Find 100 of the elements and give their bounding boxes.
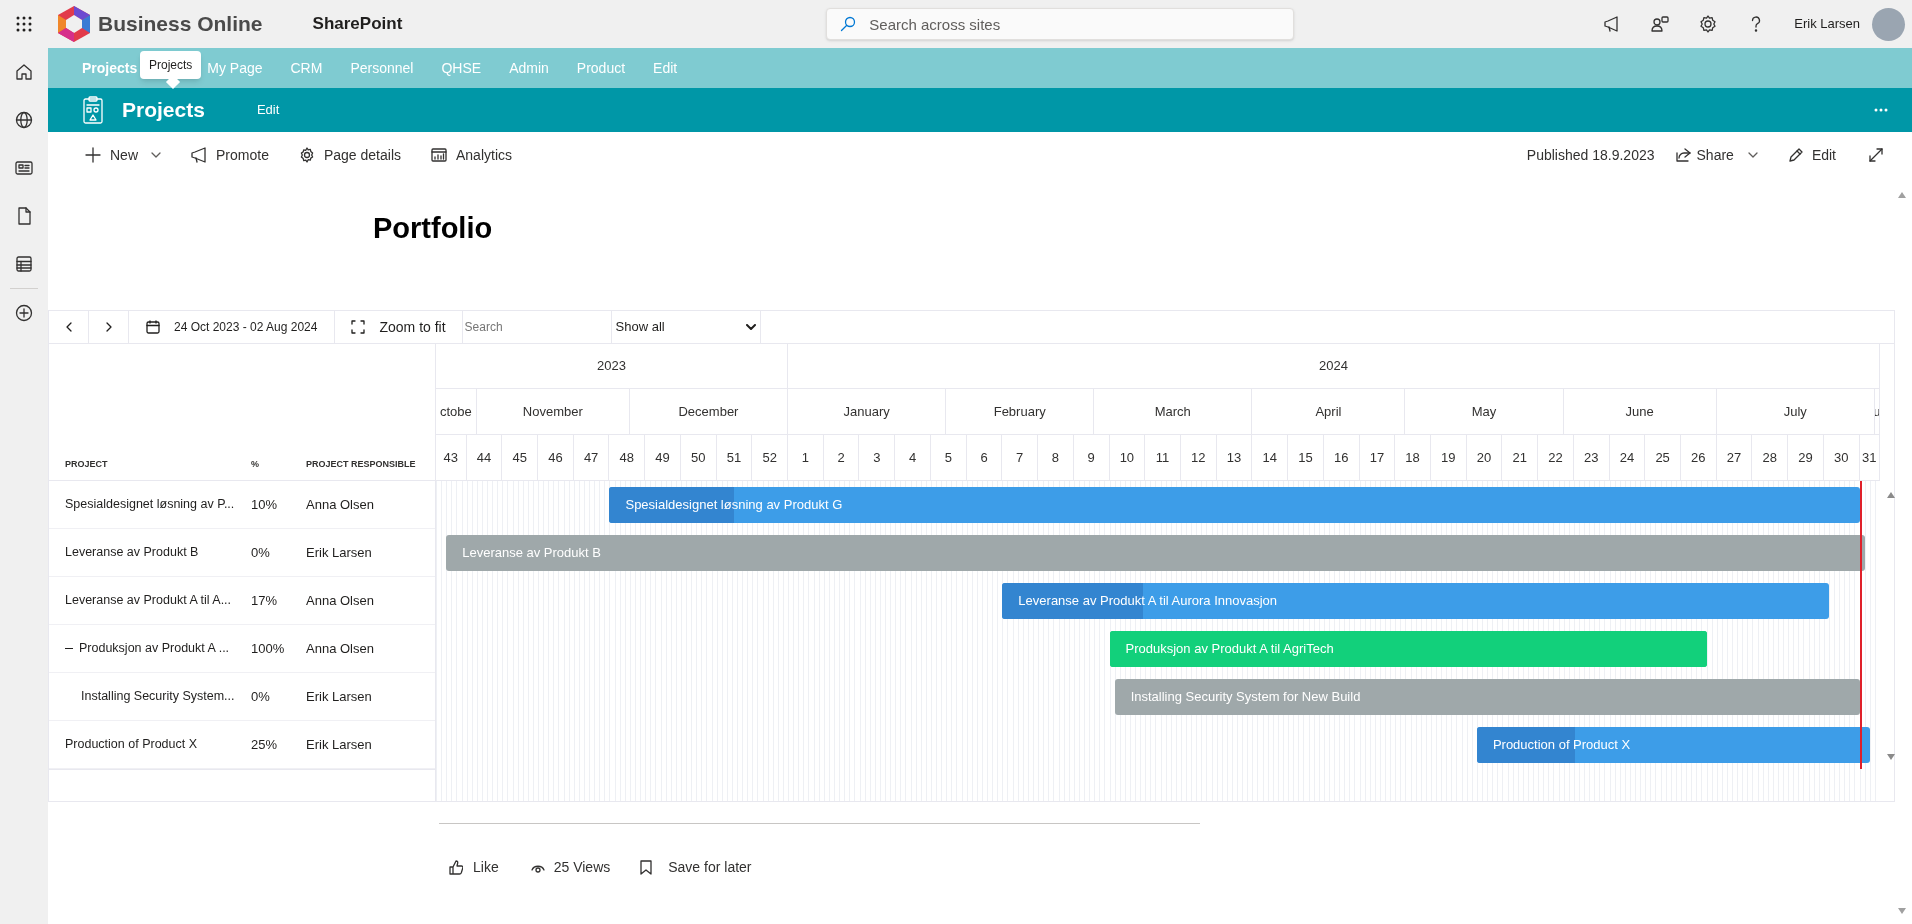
column-header[interactable]: PROJECT RESPONSIBLE [306, 458, 416, 469]
week-label: 46 [548, 448, 563, 467]
news-icon[interactable] [14, 158, 34, 178]
project-name[interactable]: Installing Security System... [81, 687, 235, 706]
month-label: March [1154, 402, 1191, 421]
edit-button[interactable]: Edit [1787, 144, 1836, 166]
settings-icon [298, 147, 315, 163]
week-label: 30 [1833, 448, 1849, 467]
pencil-icon [1787, 147, 1804, 163]
week-label: 5 [944, 448, 952, 467]
percent-complete: 10% [251, 496, 278, 512]
week-label: 17 [1369, 448, 1385, 467]
week-label: 51 [726, 448, 742, 467]
responsible-name: Erik Larsen [306, 688, 372, 704]
command-button[interactable]: Promote [191, 144, 269, 166]
week-label: 29 [1798, 448, 1813, 467]
save-for-later-button[interactable]: Save for later [640, 857, 752, 878]
week-label: 2 [837, 448, 845, 467]
responsible-name: Erik Larsen [306, 544, 372, 560]
date-range-button[interactable]: 24 Oct 2023 - 02 Aug 2024 [129, 311, 336, 343]
project-name[interactable]: Production of Product X [65, 735, 198, 754]
week-label: 21 [1512, 448, 1527, 467]
home-icon[interactable] [14, 62, 34, 82]
edit-link[interactable]: Edit [256, 100, 280, 120]
year-label: 2024 [1319, 357, 1348, 376]
week-label: 12 [1191, 448, 1206, 467]
zoom-to-fit-button[interactable]: Zoom to fit [335, 311, 462, 343]
scroll-down-icon[interactable] [1898, 908, 1906, 914]
clipboard-icon [82, 96, 104, 124]
percent-complete: 17% [251, 592, 278, 608]
chevron-left-icon [65, 322, 72, 332]
percent-complete: 100% [251, 640, 285, 656]
calendar-icon [146, 320, 160, 334]
week-label: 7 [1016, 448, 1024, 467]
app-launcher-icon[interactable] [16, 16, 32, 32]
week-label: 28 [1762, 448, 1777, 467]
project-name[interactable]: Spesialdesignet løsning av P... [65, 495, 235, 514]
responsible-name: Anna Olsen [306, 592, 374, 608]
week-label: 10 [1119, 448, 1135, 467]
week-label: 48 [619, 448, 635, 467]
scroll-up-icon[interactable] [1887, 492, 1895, 498]
search-field[interactable]: Search [461, 311, 612, 343]
share-button[interactable]: Share [1674, 144, 1758, 166]
add-icon[interactable] [14, 303, 34, 323]
chart-icon [431, 147, 447, 163]
scroll-up-icon[interactable] [1898, 192, 1906, 198]
week-label: 26 [1691, 448, 1706, 467]
command-button[interactable]: Analytics [431, 144, 513, 166]
week-label: 19 [1441, 448, 1456, 467]
people-icon[interactable] [1650, 14, 1671, 34]
week-label: 11 [1155, 448, 1170, 467]
user-name[interactable]: Erik Larsen [1794, 14, 1860, 34]
week-label: 23 [1583, 448, 1599, 467]
month-label: u [1874, 402, 1879, 421]
filter-dropdown[interactable]: Show all [611, 311, 761, 343]
responsible-name: Anna Olsen [306, 496, 374, 512]
gantt-bar[interactable]: Leveranse av Produkt A til Aurora Innovasjon [1002, 583, 1829, 619]
percent-complete: 0% [251, 544, 270, 560]
megaphone-icon [191, 147, 207, 163]
like-button[interactable]: Like [449, 857, 499, 878]
settings-icon[interactable] [1698, 14, 1719, 34]
list-icon[interactable] [14, 254, 34, 274]
add-icon [85, 147, 101, 163]
site-title[interactable]: Projects [122, 94, 205, 126]
project-name[interactable]: Leveranse av Produkt B [65, 543, 199, 562]
project-name[interactable]: Leveranse av Produkt A til A... [65, 591, 232, 610]
week-label: 47 [583, 448, 599, 467]
week-label: 18 [1405, 448, 1420, 467]
percent-complete: 0% [251, 688, 270, 704]
week-label: 14 [1262, 448, 1277, 467]
more-icon[interactable] [1874, 108, 1888, 112]
week-label: 20 [1476, 448, 1492, 467]
globe-icon[interactable] [14, 110, 34, 130]
week-label: 43 [443, 448, 459, 467]
week-label: 27 [1726, 448, 1742, 467]
week-label: 9 [1087, 448, 1095, 467]
week-label: 4 [908, 448, 917, 467]
month-label: June [1625, 402, 1654, 421]
column-header[interactable]: % [251, 458, 259, 469]
search-field[interactable]: Search across sites [826, 8, 1295, 40]
tooltip: Projects [140, 51, 202, 79]
week-label: 13 [1226, 448, 1242, 467]
week-label: 49 [655, 448, 670, 467]
brand-name: Business Online [98, 11, 263, 38]
column-header[interactable]: PROJECT [65, 458, 108, 469]
command-button[interactable]: New [85, 144, 161, 166]
project-name[interactable]: Produksjon av Produkt A ... [79, 639, 230, 658]
week-label: 31 [1862, 448, 1877, 467]
command-button[interactable]: Page details [298, 144, 401, 166]
gantt-bar[interactable]: Production of Product X [1476, 727, 1870, 763]
year-label: 2023 [597, 357, 626, 376]
expand-icon[interactable] [1868, 147, 1884, 163]
month-label: January [843, 402, 890, 421]
week-label: 15 [1298, 448, 1313, 467]
scroll-down-icon[interactable] [1887, 754, 1895, 760]
chevron-down-icon [1747, 152, 1758, 158]
published-date: Published 18.9.2023 [1526, 145, 1655, 165]
views-count: 25 Views [530, 857, 611, 878]
month-label: December [678, 402, 739, 421]
site-name[interactable]: SharePoint [312, 11, 403, 37]
